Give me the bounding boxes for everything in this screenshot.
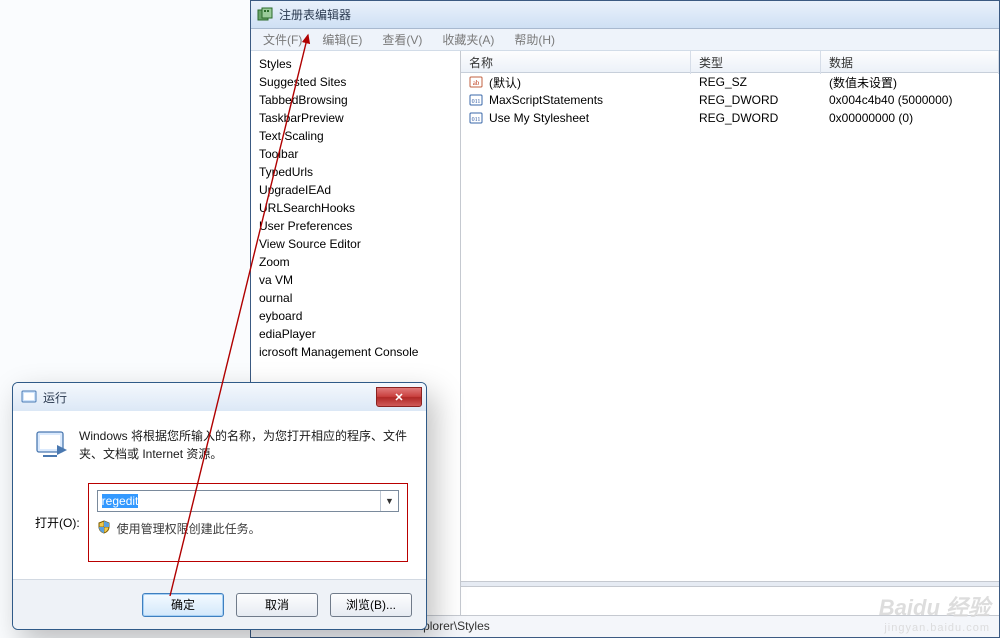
tree-item[interactable]: eyboard <box>251 307 460 325</box>
browse-label: 浏览(B)... <box>346 596 396 613</box>
value-row[interactable]: 011 Use My Stylesheet REG_DWORD0x00000000 … <box>461 109 999 127</box>
value-row[interactable]: 011 MaxScriptStatements REG_DWORD0x004c4b4… <box>461 91 999 109</box>
run-title: 运行 <box>43 389 370 406</box>
run-footer: 确定 取消 浏览(B)... <box>13 579 426 629</box>
value-name: Use My Stylesheet <box>489 111 589 125</box>
tree-item[interactable]: TypedUrls <box>251 163 460 181</box>
values-panel: 名称 类型 数据 ab (默认) REG_SZ(数值未设置) 011 MaxScript… <box>461 51 999 615</box>
tree-item[interactable]: User Preferences <box>251 217 460 235</box>
run-window-icon <box>21 389 37 405</box>
tree-item[interactable]: View Source Editor <box>251 235 460 253</box>
tree-item[interactable]: Toolbar <box>251 145 460 163</box>
value-data: (数值未设置) <box>821 74 999 91</box>
dword-value-icon: 011 <box>469 93 483 107</box>
run-dialog: 运行 ✕ Windows 将根据您所输入的名称，为您打开相应的程序、文件夹、文档… <box>12 382 427 630</box>
tree-item[interactable]: ediaPlayer <box>251 325 460 343</box>
menu-help[interactable]: 帮助(H) <box>510 29 559 50</box>
close-icon: ✕ <box>394 391 403 404</box>
cancel-label: 取消 <box>265 596 289 613</box>
svg-text:ab: ab <box>473 79 480 87</box>
values-rows[interactable]: ab (默认) REG_SZ(数值未设置) 011 MaxScriptStatement… <box>461 73 999 581</box>
menu-file[interactable]: 文件(F) <box>259 29 306 50</box>
svg-text:011: 011 <box>472 117 481 123</box>
ok-button[interactable]: 确定 <box>142 593 224 617</box>
tree-item[interactable]: URLSearchHooks <box>251 199 460 217</box>
regedit-app-icon <box>257 7 273 23</box>
open-combobox[interactable]: ▼ <box>97 490 399 512</box>
value-type: REG_DWORD <box>691 93 821 107</box>
open-input[interactable] <box>98 491 380 511</box>
browse-button[interactable]: 浏览(B)... <box>330 593 412 617</box>
tree-item[interactable]: Zoom <box>251 253 460 271</box>
values-header[interactable]: 名称 类型 数据 <box>461 51 999 73</box>
regedit-titlebar[interactable]: 注册表编辑器 <box>251 1 999 29</box>
run-body: Windows 将根据您所输入的名称，为您打开相应的程序、文件夹、文档或 Int… <box>13 411 426 579</box>
value-type: REG_SZ <box>691 75 821 89</box>
tree-item[interactable]: UpgradeIEAd <box>251 181 460 199</box>
value-row[interactable]: ab (默认) REG_SZ(数值未设置) <box>461 73 999 91</box>
shield-icon <box>97 520 111 537</box>
menu-favorites[interactable]: 收藏夹(A) <box>438 29 498 50</box>
tree-item[interactable]: va VM <box>251 271 460 289</box>
open-highlight-box: ▼ 使用管理权限创建此任务。 <box>88 483 408 562</box>
close-button[interactable]: ✕ <box>376 387 422 407</box>
run-program-icon <box>35 427 67 459</box>
shield-text: 使用管理权限创建此任务。 <box>117 520 261 537</box>
svg-text:011: 011 <box>472 99 481 105</box>
regedit-menubar: 文件(F) 编辑(E) 查看(V) 收藏夹(A) 帮助(H) <box>251 29 999 51</box>
tree-item[interactable]: Styles <box>251 55 460 73</box>
open-label: 打开(O): <box>35 514 80 531</box>
value-type: REG_DWORD <box>691 111 821 125</box>
col-name[interactable]: 名称 <box>461 51 691 74</box>
tree-item[interactable]: Text Scaling <box>251 127 460 145</box>
value-name: MaxScriptStatements <box>489 93 603 107</box>
regedit-title: 注册表编辑器 <box>279 6 351 23</box>
tree-item[interactable]: TaskbarPreview <box>251 109 460 127</box>
value-data: 0x004c4b40 (5000000) <box>821 93 999 107</box>
string-value-icon: ab <box>469 75 483 89</box>
value-data: 0x00000000 (0) <box>821 111 999 125</box>
dword-value-icon: 011 <box>469 111 483 125</box>
col-data[interactable]: 数据 <box>821 51 999 74</box>
tree-item[interactable]: icrosoft Management Console <box>251 343 460 361</box>
tree-item[interactable]: TabbedBrowsing <box>251 91 460 109</box>
run-description: Windows 将根据您所输入的名称，为您打开相应的程序、文件夹、文档或 Int… <box>79 427 408 463</box>
run-titlebar[interactable]: 运行 ✕ <box>13 383 426 411</box>
dropdown-icon[interactable]: ▼ <box>380 491 398 511</box>
cancel-button[interactable]: 取消 <box>236 593 318 617</box>
menu-edit[interactable]: 编辑(E) <box>318 29 366 50</box>
col-type[interactable]: 类型 <box>691 51 821 74</box>
value-name: (默认) <box>489 74 521 91</box>
tree-item[interactable]: ournal <box>251 289 460 307</box>
menu-view[interactable]: 查看(V) <box>378 29 426 50</box>
tree-item[interactable]: Suggested Sites <box>251 73 460 91</box>
ok-label: 确定 <box>171 596 195 613</box>
